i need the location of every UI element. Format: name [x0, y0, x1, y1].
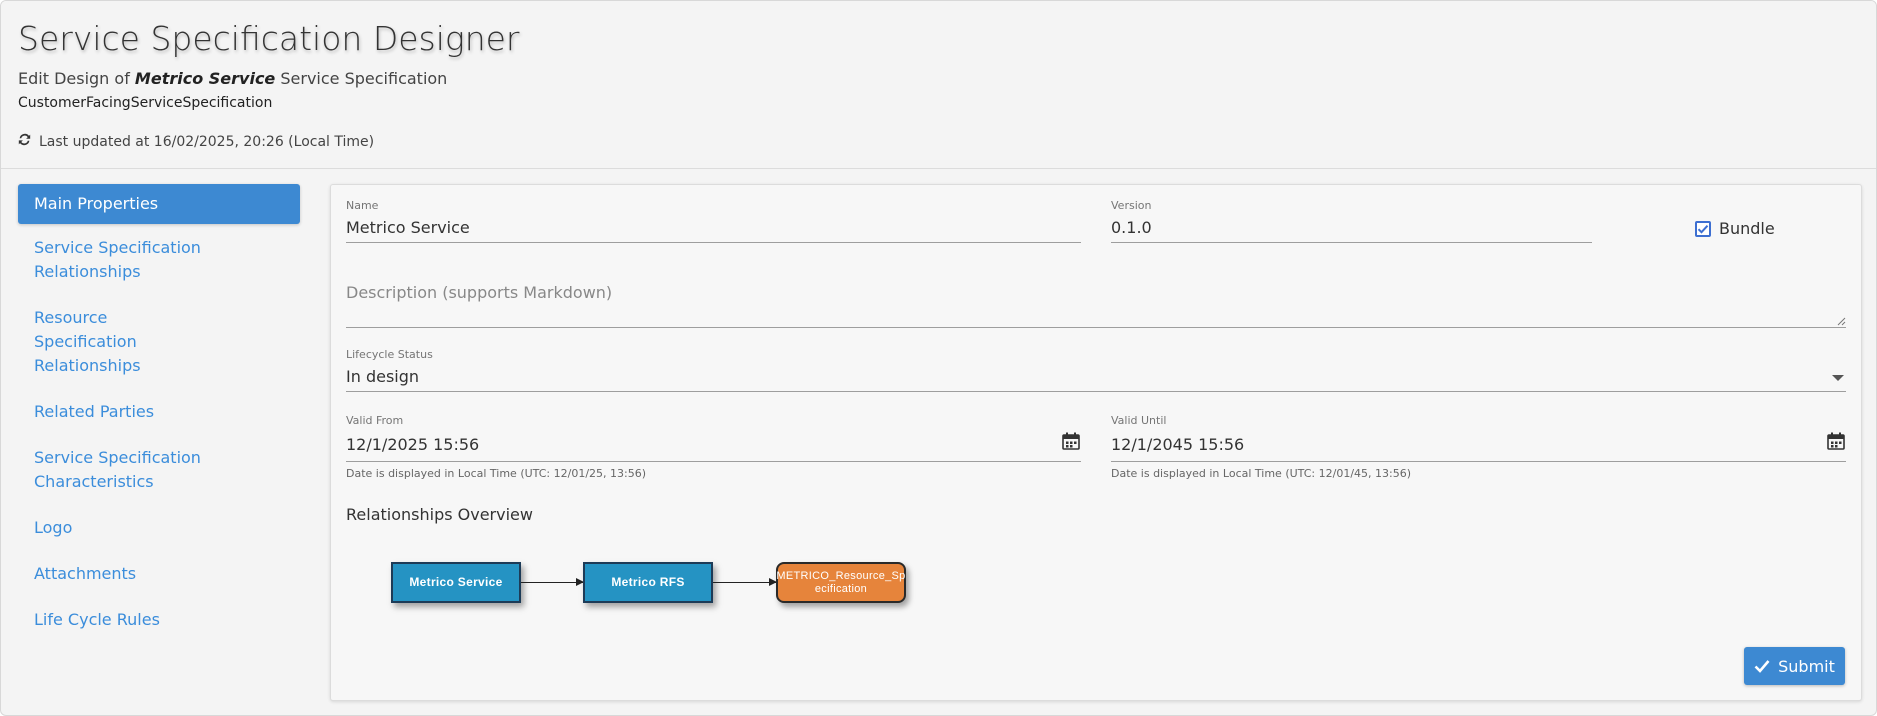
diagram-node-service[interactable]: Metrico Service — [391, 562, 521, 603]
diagram-node-resource-spec[interactable]: METRICO_Resource_Sp ecification — [776, 562, 906, 603]
calendar-icon[interactable] — [1826, 431, 1846, 451]
submit-button[interactable]: Submit — [1744, 647, 1845, 685]
page-subtitle: Edit Design of Metrico Service Service S… — [18, 69, 447, 88]
valid-from-input[interactable]: 12/1/2025 15:56 — [346, 427, 1081, 462]
valid-from-field: Valid From 12/1/2025 15:56 Date is displ… — [346, 414, 1081, 480]
check-icon — [1697, 224, 1709, 234]
relationships-overview-title: Relationships Overview — [346, 505, 533, 524]
diagram-node-rfs[interactable]: Metrico RFS — [583, 562, 713, 603]
bundle-checkbox-group: Bundle — [1695, 219, 1775, 238]
refresh-icon[interactable] — [18, 133, 31, 150]
sidebar-item-service-specification-characteristics[interactable]: Service Specification Characteristics — [18, 440, 218, 500]
submit-label: Submit — [1778, 656, 1835, 676]
check-icon — [1754, 660, 1770, 673]
lifecycle-status-label: Lifecycle Status — [346, 348, 433, 361]
version-field: Version 0.1.0 — [1111, 199, 1592, 243]
calendar-icon[interactable] — [1061, 431, 1081, 451]
version-input[interactable]: 0.1.0 — [1111, 212, 1592, 243]
valid-from-label: Valid From — [346, 414, 404, 427]
page-header: Service Specification Designer Edit Desi… — [1, 1, 1876, 169]
valid-until-value: 12/1/2045 15:56 — [1111, 435, 1245, 454]
sidebar-item-life-cycle-rules[interactable]: Life Cycle Rules — [18, 602, 300, 638]
valid-from-value: 12/1/2025 15:56 — [346, 435, 480, 454]
lifecycle-status-value: In design — [346, 367, 420, 386]
bundle-label: Bundle — [1719, 219, 1775, 238]
valid-until-input[interactable]: 12/1/2045 15:56 — [1111, 427, 1846, 462]
relationships-diagram: Metrico Service Metrico RFS METRICO_Reso… — [391, 562, 906, 632]
sidebar-item-related-parties[interactable]: Related Parties — [18, 394, 300, 430]
node-label-line2: ecification — [814, 582, 868, 595]
description-placeholder: Description (supports Markdown) — [346, 283, 613, 302]
subtitle-spec-name: Metrico Service — [134, 69, 276, 88]
page-title: Service Specification Designer — [18, 19, 520, 58]
lifecycle-status-field: Lifecycle Status In design — [346, 348, 1846, 392]
spec-type: CustomerFacingServiceSpecification — [18, 95, 273, 111]
sidebar-item-service-specification-relationships[interactable]: Service Specification Relationships — [18, 230, 300, 290]
description-textarea[interactable]: Description (supports Markdown) — [346, 283, 1846, 328]
sidebar-item-logo[interactable]: Logo — [18, 510, 300, 546]
valid-until-field: Valid Until 12/1/2045 15:56 Date is disp… — [1111, 414, 1846, 480]
sidebar-nav: Main Properties Service Specification Re… — [18, 184, 300, 648]
diagram-edge — [713, 578, 777, 586]
last-updated: Last updated at 16/02/2025, 20:26 (Local… — [18, 133, 374, 150]
sidebar-item-main-properties[interactable]: Main Properties — [18, 184, 300, 224]
version-label: Version — [1111, 199, 1152, 212]
name-label: Name — [346, 199, 379, 212]
name-field: Name Metrico Service — [346, 199, 1081, 243]
sidebar-item-resource-specification-relationships[interactable]: Resource Specification Relationships — [18, 300, 218, 384]
diagram-edge — [521, 578, 584, 586]
subtitle-prefix: Edit Design of — [18, 69, 130, 88]
valid-from-hint: Date is displayed in Local Time (UTC: 12… — [346, 467, 647, 480]
node-label-line1: METRICO_Resource_Sp — [776, 569, 906, 582]
app-window: Service Specification Designer Edit Desi… — [0, 0, 1877, 716]
valid-until-hint: Date is displayed in Local Time (UTC: 12… — [1111, 467, 1412, 480]
subtitle-suffix: Service Specification — [280, 69, 448, 88]
valid-until-label: Valid Until — [1111, 414, 1167, 427]
sidebar-item-attachments[interactable]: Attachments — [18, 556, 300, 592]
name-input[interactable]: Metrico Service — [346, 212, 1081, 243]
lifecycle-status-select[interactable]: In design — [346, 361, 1846, 392]
last-updated-text: Last updated at 16/02/2025, 20:26 (Local… — [39, 133, 375, 150]
resize-grip-icon[interactable] — [1836, 316, 1846, 326]
bundle-checkbox[interactable] — [1695, 220, 1711, 237]
main-properties-panel: Name Metrico Service Version 0.1.0 Bundl… — [330, 184, 1862, 701]
caret-down-icon — [1832, 375, 1844, 381]
